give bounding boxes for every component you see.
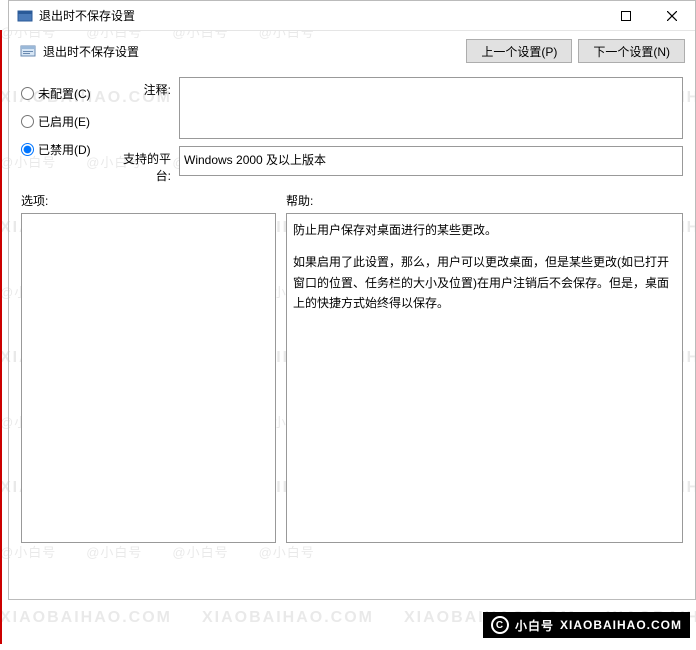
help-text-2: 如果启用了此设置，那么，用户可以更改桌面，但是某些更改(如已打开窗口的位置、任务…	[293, 252, 676, 313]
subheader: 退出时不保存设置 上一个设置(P) 下一个设置(N)	[9, 31, 695, 71]
radio-unconfigured-label: 未配置(C)	[38, 85, 91, 102]
footer-domain: XIAOBAIHAO.COM	[560, 618, 682, 632]
maximize-button[interactable]	[603, 1, 649, 31]
options-pane	[21, 213, 276, 543]
titlebar: 退出时不保存设置	[9, 1, 695, 31]
window-title: 退出时不保存设置	[39, 7, 603, 24]
policy-icon	[19, 42, 37, 60]
radio-enabled-label: 已启用(E)	[38, 113, 90, 130]
help-label: 帮助:	[286, 192, 683, 209]
comment-label: 注释:	[111, 77, 179, 142]
subheader-title: 退出时不保存设置	[43, 43, 139, 60]
prev-setting-button[interactable]: 上一个设置(P)	[466, 39, 572, 63]
cc-icon: C	[491, 616, 509, 634]
platform-textarea	[179, 146, 683, 176]
radio-disabled-label: 已禁用(D)	[38, 141, 91, 158]
radio-disabled[interactable]	[21, 143, 34, 156]
left-red-edge	[0, 30, 2, 644]
radio-enabled[interactable]	[21, 115, 34, 128]
state-radio-group: 未配置(C) 已启用(E) 已禁用(D)	[21, 77, 111, 184]
options-label: 选项:	[21, 192, 286, 209]
dialog-window: 退出时不保存设置 退出时不保存设置 上一个设置(P) 下一个设置(N) 未配置(…	[8, 0, 696, 600]
help-text-1: 防止用户保存对桌面进行的某些更改。	[293, 220, 676, 240]
comment-textarea[interactable]	[179, 77, 683, 139]
close-button[interactable]	[649, 1, 695, 31]
next-setting-button[interactable]: 下一个设置(N)	[578, 39, 685, 63]
help-pane: 防止用户保存对桌面进行的某些更改。 如果启用了此设置，那么，用户可以更改桌面，但…	[286, 213, 683, 543]
radio-unconfigured[interactable]	[21, 87, 34, 100]
window-icon	[17, 8, 33, 24]
footer-watermark-logo: C 小白号 XIAOBAIHAO.COM	[483, 612, 690, 638]
platform-label: 支持的平台:	[111, 146, 179, 184]
footer-brand: 小白号	[515, 617, 554, 634]
